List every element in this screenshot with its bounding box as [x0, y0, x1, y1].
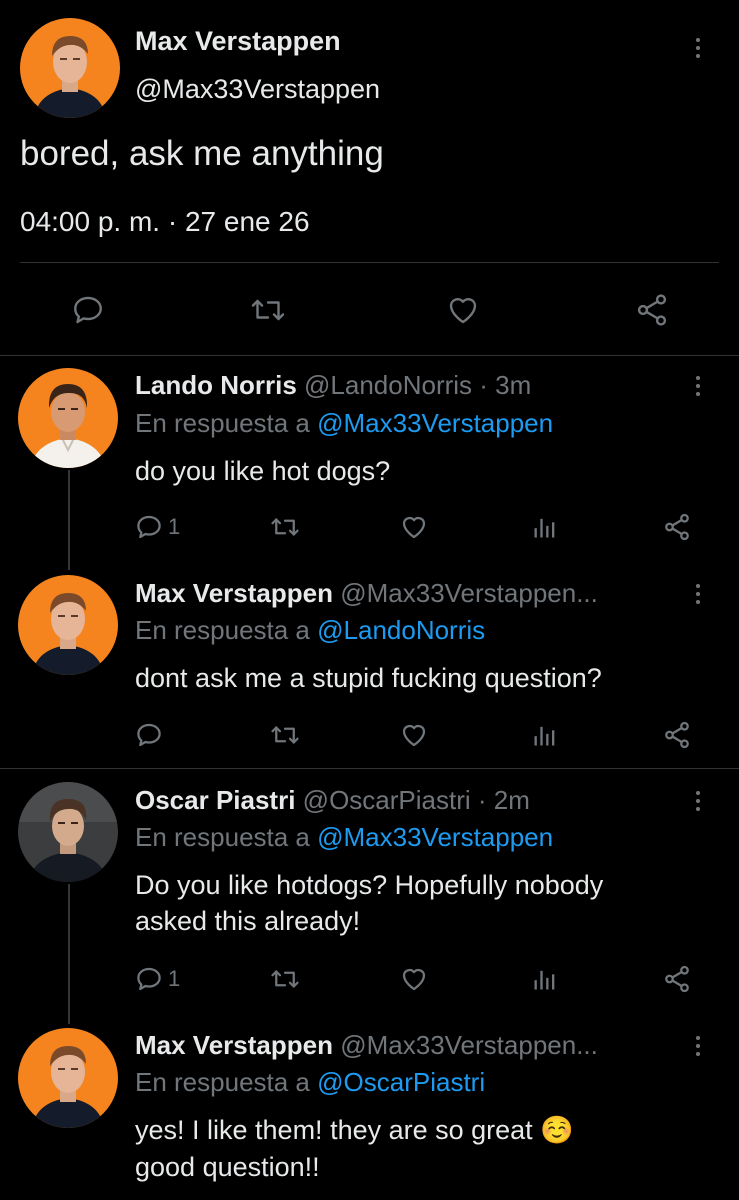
- retweet-icon[interactable]: [248, 292, 288, 328]
- reply-to-link[interactable]: @LandoNorris: [317, 615, 485, 645]
- reply-4-handle[interactable]: @Max33Verstappen...: [340, 1030, 598, 1060]
- reply-prefix: En respuesta a: [135, 1067, 310, 1097]
- reply-3-in-reply-to: En respuesta a @Max33Verstappen: [135, 822, 553, 853]
- share-icon[interactable]: [662, 720, 692, 750]
- like-icon[interactable]: [444, 292, 482, 328]
- reply-3-text-line-1: Do you like hotdogs? Hopefully nobody: [135, 870, 604, 900]
- main-handle[interactable]: @Max33Verstappen: [135, 74, 380, 105]
- reply-1-in-reply-to: En respuesta a @Max33Verstappen: [135, 408, 553, 439]
- reply-3-header[interactable]: Oscar Piastri @OscarPiastri · 2m: [135, 785, 530, 816]
- retweet-icon[interactable]: [268, 720, 302, 750]
- reply-3-more-icon[interactable]: [686, 783, 710, 819]
- reply-to-link[interactable]: @Max33Verstappen: [317, 822, 553, 852]
- avatar-max-verstappen[interactable]: [18, 1028, 118, 1128]
- reply-1-handle[interactable]: @LandoNorris · 3m: [304, 370, 531, 400]
- reply-4-text-line-2: good question!!: [135, 1152, 320, 1182]
- share-icon[interactable]: [662, 964, 692, 994]
- reply-count: 1: [168, 514, 181, 539]
- reply-2-header[interactable]: Max Verstappen @Max33Verstappen...: [135, 578, 598, 609]
- main-more-icon[interactable]: [686, 30, 710, 66]
- reply-prefix: En respuesta a: [135, 615, 310, 645]
- reply-1-header[interactable]: Lando Norris @LandoNorris · 3m: [135, 370, 531, 401]
- reply-4-display-name[interactable]: Max Verstappen: [135, 1030, 333, 1060]
- retweet-icon[interactable]: [268, 512, 302, 542]
- reply-1-text: do you like hot dogs?: [135, 456, 391, 486]
- reply-icon[interactable]: 1: [134, 512, 180, 542]
- like-icon[interactable]: [398, 964, 430, 994]
- reply-2-display-name[interactable]: Max Verstappen: [135, 578, 333, 608]
- reply-2-in-reply-to: En respuesta a @LandoNorris: [135, 615, 485, 646]
- avatar-max-verstappen[interactable]: [18, 575, 118, 675]
- reply-icon[interactable]: [134, 720, 164, 750]
- reply-3-handle[interactable]: @OscarPiastri · 2m: [303, 785, 530, 815]
- reply-4-in-reply-to: En respuesta a @OscarPiastri: [135, 1067, 485, 1098]
- main-tweet-text: bored, ask me anything: [20, 134, 384, 173]
- avatar-oscar-piastri[interactable]: [18, 782, 118, 882]
- reply-1-display-name[interactable]: Lando Norris: [135, 370, 297, 400]
- thread-line: [68, 470, 70, 570]
- divider: [20, 262, 719, 263]
- reply-2-more-icon[interactable]: [686, 576, 710, 612]
- avatar-max-verstappen[interactable]: [20, 18, 120, 118]
- reply-2-text: dont ask me a stupid fucking question?: [135, 663, 602, 693]
- like-icon[interactable]: [398, 512, 430, 542]
- analytics-icon[interactable]: [531, 964, 559, 994]
- reply-1-more-icon[interactable]: [686, 368, 710, 404]
- reply-icon[interactable]: [70, 292, 106, 328]
- reply-prefix: En respuesta a: [135, 822, 310, 852]
- share-icon[interactable]: [634, 292, 670, 328]
- share-icon[interactable]: [662, 512, 692, 542]
- thread-line: [68, 884, 70, 1024]
- avatar-lando-norris[interactable]: [18, 368, 118, 468]
- reply-3-display-name[interactable]: Oscar Piastri: [135, 785, 295, 815]
- analytics-icon[interactable]: [531, 720, 559, 750]
- main-display-name[interactable]: Max Verstappen: [135, 26, 341, 57]
- reply-3-text-line-2: asked this already!: [135, 906, 361, 936]
- reply-to-link[interactable]: @OscarPiastri: [317, 1067, 485, 1097]
- reply-to-link[interactable]: @Max33Verstappen: [317, 408, 553, 438]
- divider: [0, 355, 739, 356]
- reply-2-handle[interactable]: @Max33Verstappen...: [340, 578, 598, 608]
- retweet-icon[interactable]: [268, 964, 302, 994]
- like-icon[interactable]: [398, 720, 430, 750]
- reply-count: 1: [168, 966, 181, 991]
- reply-4-text-line-1: yes! I like them! they are so great ☺️: [135, 1115, 574, 1145]
- reply-prefix: En respuesta a: [135, 408, 310, 438]
- reply-4-more-icon[interactable]: [686, 1028, 710, 1064]
- main-timestamp: 04:00 p. m. · 27 ene 26: [20, 206, 310, 237]
- analytics-icon[interactable]: [531, 512, 559, 542]
- divider: [0, 768, 739, 769]
- reply-4-header[interactable]: Max Verstappen @Max33Verstappen...: [135, 1030, 598, 1061]
- reply-icon[interactable]: 1: [134, 964, 180, 994]
